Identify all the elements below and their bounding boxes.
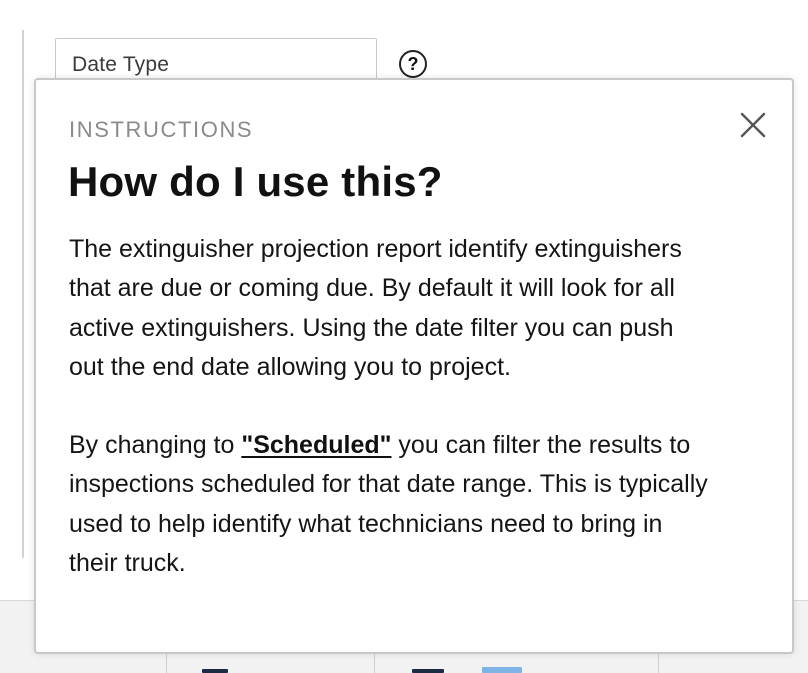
footer-tab-partial[interactable] — [190, 659, 250, 673]
date-type-label: Date Type — [72, 53, 170, 76]
footer-tab-partial[interactable] — [400, 659, 550, 673]
close-icon[interactable] — [739, 111, 767, 139]
modal-body: The extinguisher projection report ident… — [69, 230, 709, 583]
close-icon-graphic — [740, 112, 766, 138]
modal-title: How do I use this? — [68, 158, 443, 205]
instructions-modal: INSTRUCTIONS How do I use this? The exti… — [34, 78, 794, 654]
modal-eyebrow: INSTRUCTIONS — [69, 117, 254, 142]
question-circle-icon[interactable]: ? — [399, 50, 427, 78]
instructions-paragraph-2: By changing to "Scheduled" you can filte… — [69, 426, 709, 583]
instructions-paragraph-1: The extinguisher projection report ident… — [69, 235, 682, 381]
paragraph-2-lead: By changing to — [69, 431, 242, 460]
left-divider — [22, 30, 24, 558]
scheduled-link[interactable]: "Scheduled" — [241, 431, 391, 459]
